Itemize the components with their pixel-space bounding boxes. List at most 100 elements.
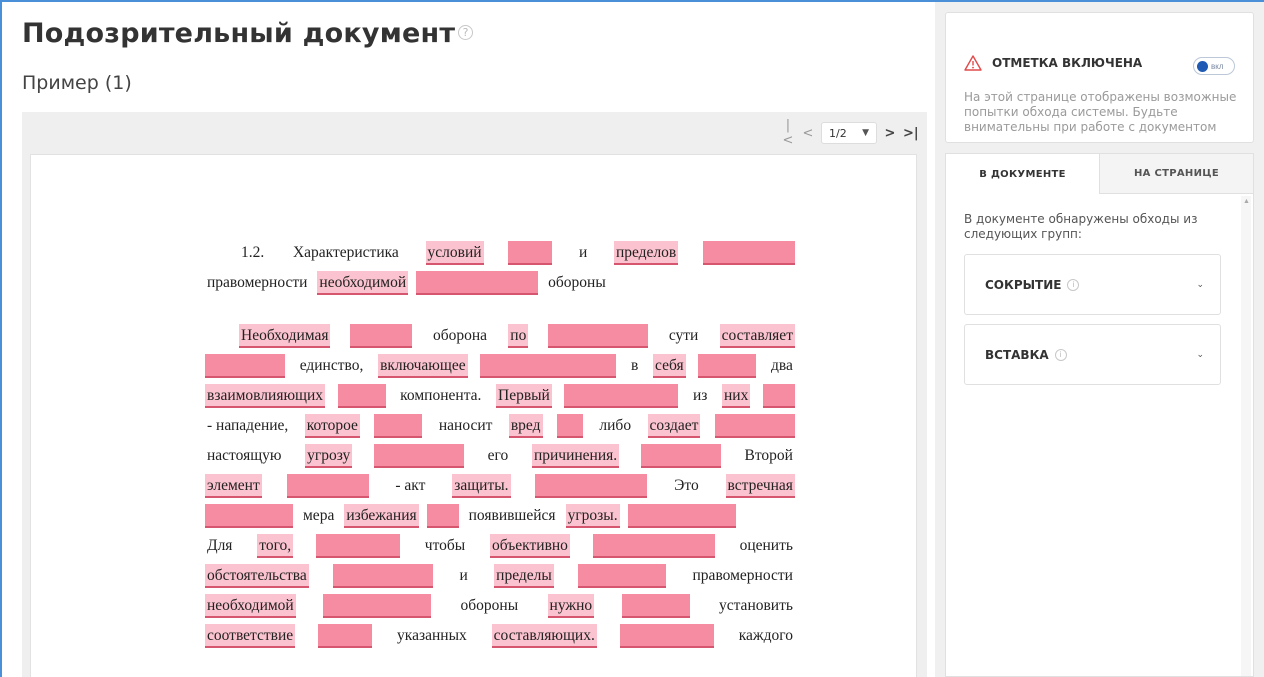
- next-page-icon[interactable]: >: [883, 126, 897, 141]
- word: обороны: [460, 597, 519, 614]
- word: и: [578, 244, 588, 261]
- highlighted-word[interactable]: соответствие: [205, 624, 296, 648]
- warning-triangle-icon: [964, 55, 982, 71]
- highlighted-word[interactable]: обстоятельства: [205, 564, 309, 588]
- chevron-down-icon: ▼: [862, 128, 869, 138]
- word: указанных: [397, 627, 467, 644]
- hidden-text-block[interactable]: [698, 354, 757, 378]
- highlighted-word[interactable]: угрозу: [305, 444, 353, 468]
- word: два: [771, 357, 793, 374]
- page-select-value: 1/2: [829, 126, 847, 140]
- word: обороны: [548, 274, 606, 291]
- hidden-text-block[interactable]: [480, 354, 617, 378]
- hidden-text-block[interactable]: [547, 324, 648, 348]
- hidden-text-block[interactable]: [592, 534, 715, 558]
- text-line: обстоятельства и пределы правомерности: [205, 558, 795, 588]
- highlighted-word[interactable]: составляет: [719, 324, 795, 348]
- hidden-text-block[interactable]: [714, 414, 795, 438]
- hidden-text-block[interactable]: [426, 504, 459, 528]
- last-page-icon[interactable]: >|: [903, 126, 919, 141]
- page-select[interactable]: 1/2 ▼: [821, 122, 877, 144]
- hidden-text-block[interactable]: [621, 594, 690, 618]
- document-subtitle: Пример (1): [22, 72, 132, 94]
- hidden-text-block[interactable]: [373, 444, 464, 468]
- word: - нападение,: [207, 417, 289, 434]
- toggle-label: вкл: [1211, 61, 1224, 71]
- group-insertion[interactable]: ВСТАВКА i ⌄: [964, 324, 1221, 385]
- hidden-text-block[interactable]: [374, 414, 423, 438]
- word: единство,: [299, 357, 364, 374]
- tab-in-document[interactable]: В ДОКУМЕНТЕ: [946, 154, 1099, 194]
- highlighted-word[interactable]: объективно: [490, 534, 570, 558]
- panel-scrollbar[interactable]: ▲: [1241, 196, 1251, 676]
- highlighted-word[interactable]: них: [722, 384, 751, 408]
- text-line: Для того, чтобы объективно оценить: [205, 528, 795, 558]
- question-circle-icon[interactable]: ?: [458, 25, 474, 40]
- tab-on-page[interactable]: НА СТРАНИЦЕ: [1099, 154, 1253, 194]
- highlighted-word[interactable]: пределов: [613, 241, 679, 265]
- hidden-text-block[interactable]: [578, 564, 667, 588]
- highlighted-word[interactable]: которое: [304, 414, 360, 438]
- word: настоящую: [207, 447, 282, 464]
- group-concealment[interactable]: СОКРЫТИЕ i ⌄: [964, 254, 1221, 315]
- highlighted-word[interactable]: пределы: [494, 564, 554, 588]
- hidden-text-block[interactable]: [286, 474, 369, 498]
- highlighted-word[interactable]: угрозы.: [565, 504, 620, 528]
- highlighted-word[interactable]: встречная: [725, 474, 795, 498]
- hidden-text-block[interactable]: [702, 241, 795, 265]
- hidden-text-block[interactable]: [416, 271, 539, 295]
- highlighted-word[interactable]: Необходимая: [239, 324, 331, 348]
- hidden-text-block[interactable]: [315, 534, 400, 558]
- hidden-text-block[interactable]: [535, 474, 648, 498]
- highlighted-word[interactable]: нужно: [547, 594, 595, 618]
- highlighted-word[interactable]: причинения.: [531, 444, 620, 468]
- hidden-text-block[interactable]: [640, 444, 721, 468]
- info-icon[interactable]: i: [1054, 348, 1067, 361]
- highlighted-word[interactable]: себя: [653, 354, 686, 378]
- info-icon[interactable]: i: [1067, 278, 1080, 291]
- hidden-text-block[interactable]: [762, 384, 795, 408]
- highlighted-word[interactable]: создает: [647, 414, 701, 438]
- alert-title: ОТМЕТКА ВКЛЮЧЕНА: [992, 56, 1143, 70]
- text-line: 1.2. Характеристика условий и пределов: [205, 235, 795, 265]
- hidden-text-block[interactable]: [349, 324, 412, 348]
- first-page-icon[interactable]: |<: [781, 118, 795, 148]
- hidden-text-block[interactable]: [323, 594, 432, 618]
- word: - акт: [395, 477, 426, 494]
- bypass-groups-panel: В ДОКУМЕНТЕ НА СТРАНИЦЕ В документе обна…: [945, 153, 1254, 677]
- alert-header: ОТМЕТКА ВКЛЮЧЕНА: [964, 55, 1142, 71]
- text-line: настоящую угрозу его причинения. Второй: [205, 438, 795, 468]
- scroll-up-icon[interactable]: ▲: [1243, 198, 1250, 205]
- highlighted-word[interactable]: по: [508, 324, 529, 348]
- chevron-down-icon: ⌄: [1196, 279, 1204, 289]
- highlighted-word[interactable]: необходимой: [317, 271, 409, 295]
- highlighted-word[interactable]: необходимой: [205, 594, 296, 618]
- hidden-text-block[interactable]: [337, 384, 386, 408]
- hidden-text-block[interactable]: [508, 241, 553, 265]
- highlight-toggle[interactable]: вкл: [1193, 57, 1235, 75]
- word: чтобы: [424, 537, 466, 554]
- highlighted-word[interactable]: избежания: [344, 504, 419, 528]
- hidden-text-block[interactable]: [333, 564, 434, 588]
- highlighted-word[interactable]: включающее: [378, 354, 468, 378]
- hidden-text-block[interactable]: [318, 624, 373, 648]
- highlighted-word[interactable]: того,: [257, 534, 294, 558]
- hidden-text-block[interactable]: [205, 354, 285, 378]
- highlighted-word[interactable]: Первый: [496, 384, 552, 408]
- highlighted-word[interactable]: составляющих.: [491, 624, 597, 648]
- highlighted-word[interactable]: защиты.: [452, 474, 511, 498]
- hidden-text-block[interactable]: [627, 504, 736, 528]
- hidden-text-block[interactable]: [205, 504, 293, 528]
- hidden-text-block[interactable]: [619, 624, 714, 648]
- word: каждого: [738, 627, 793, 644]
- highlighted-word[interactable]: элемент: [205, 474, 262, 498]
- prev-page-icon[interactable]: <: [801, 126, 815, 141]
- document-page: 1.2. Характеристика условий и пределов правом…: [30, 154, 917, 677]
- word: оборона: [432, 327, 488, 344]
- hidden-text-block[interactable]: [564, 384, 679, 408]
- hidden-text-block[interactable]: [556, 414, 583, 438]
- word: сути: [668, 327, 699, 344]
- highlighted-word[interactable]: вред: [508, 414, 543, 438]
- highlighted-word[interactable]: условий: [425, 241, 484, 265]
- highlighted-word[interactable]: взаимовлияющих: [205, 384, 326, 408]
